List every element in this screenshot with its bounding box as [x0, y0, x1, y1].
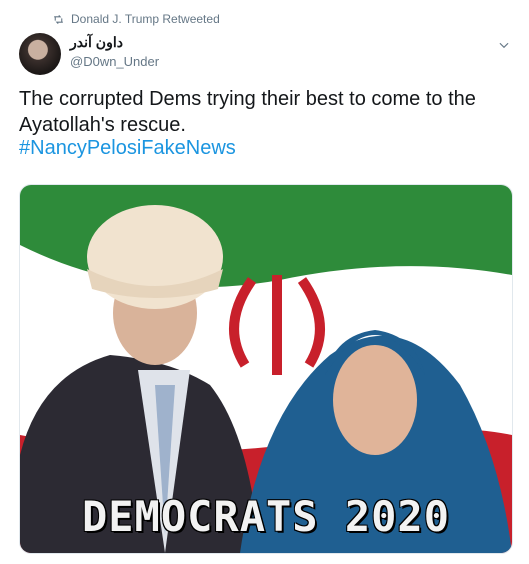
avatar[interactable] [19, 33, 61, 75]
chevron-down-icon[interactable] [497, 38, 511, 52]
author-name[interactable]: داون آندر [70, 34, 123, 51]
retweet-icon [54, 14, 63, 24]
hashtag-link[interactable]: #NancyPelosiFakeNews [19, 137, 236, 160]
tweet-text: The corrupted Dems trying their best to … [19, 88, 476, 136]
tweet-image[interactable]: DEMOCRATS 2020 [19, 184, 513, 554]
retweet-context: Donald J. Trump Retweeted [52, 12, 220, 26]
retweet-label[interactable]: Donald J. Trump Retweeted [71, 12, 220, 26]
author-handle[interactable]: @D0wn_Under [70, 54, 159, 69]
image-caption: DEMOCRATS 2020 [81, 492, 450, 541]
